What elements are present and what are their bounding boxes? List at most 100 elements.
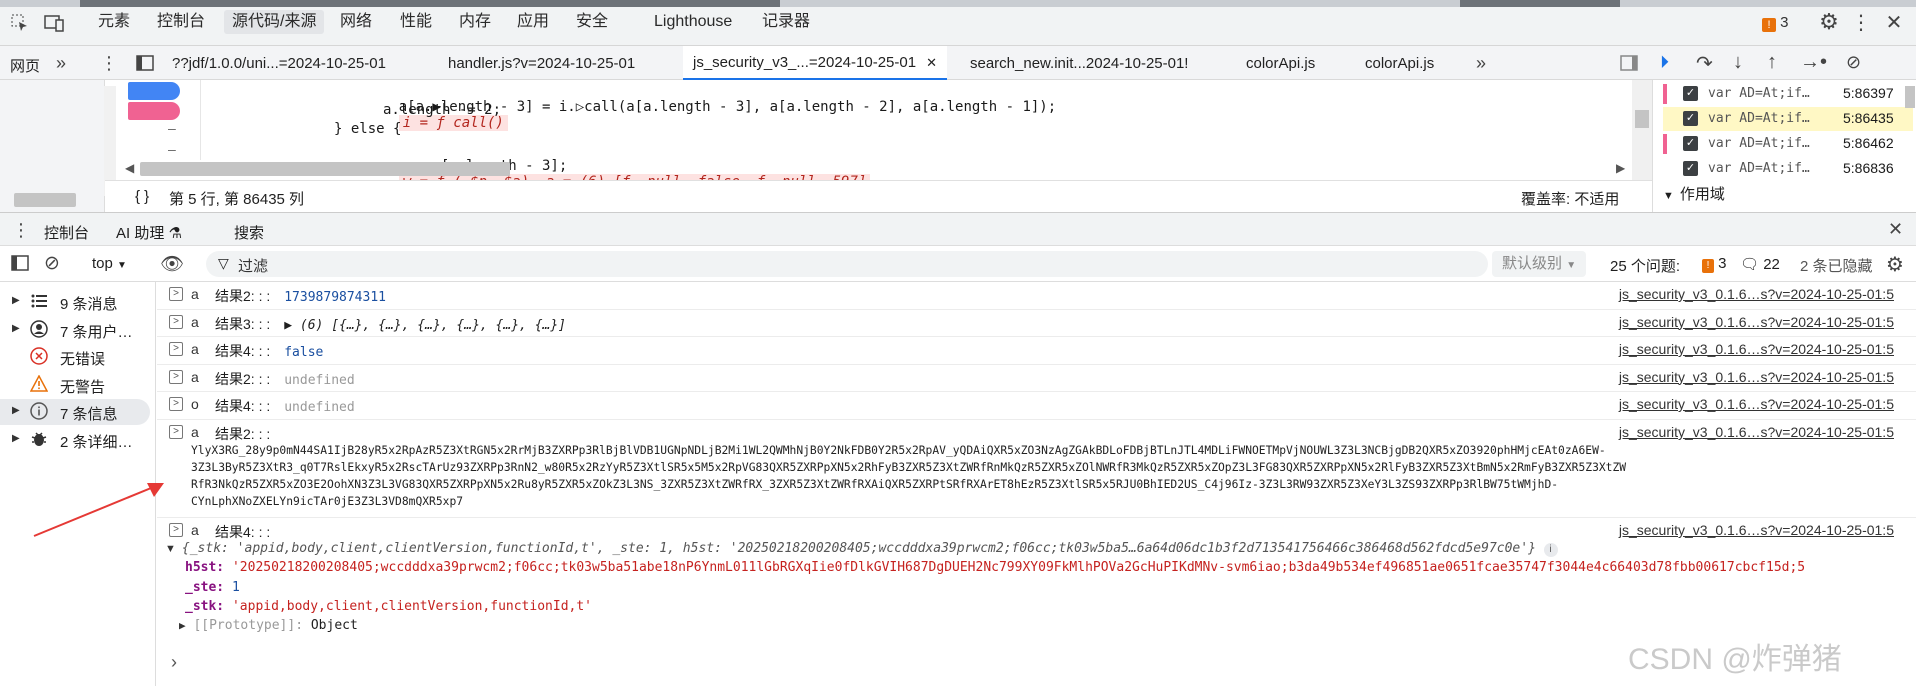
message-source-link[interactable]: js_security_v3_0.1.6…s?v=2024-10-25-01:5 bbox=[1619, 424, 1894, 440]
step-into-icon[interactable]: ↓ bbox=[1733, 51, 1743, 74]
message-expand-icon[interactable]: > bbox=[169, 397, 183, 411]
tab-network[interactable]: 网络 bbox=[340, 12, 372, 36]
file-tab-js-security[interactable]: js_security_v3_...=2024-10-25-01 ✕ bbox=[683, 46, 947, 80]
hidden-count[interactable]: 2 条已隐藏 bbox=[1800, 255, 1873, 276]
breakpoint-location[interactable]: 5:86836 bbox=[1843, 160, 1894, 176]
collapse-object-icon[interactable]: ▼ bbox=[165, 543, 176, 555]
file-tab-colorapi-2[interactable]: colorApi.js bbox=[1365, 55, 1434, 72]
pretty-print-icon[interactable]: { } bbox=[135, 188, 149, 205]
drawer-tab-ai[interactable]: AI 助理 ⚗ bbox=[116, 222, 182, 243]
issues-label[interactable]: 25 个问题: bbox=[1610, 255, 1680, 276]
context-select[interactable]: top ▼ bbox=[92, 255, 127, 272]
tab-memory[interactable]: 内存 bbox=[459, 12, 491, 36]
message-source-link[interactable]: js_security_v3_0.1.6…s?v=2024-10-25-01:5 bbox=[1619, 341, 1894, 357]
message-source-link[interactable]: js_security_v3_0.1.6…s?v=2024-10-25-01:5 bbox=[1619, 286, 1894, 302]
expand-arrow-icon[interactable]: ▶ bbox=[12, 323, 20, 334]
sidebar-item-warning[interactable]: 无警告 bbox=[0, 372, 150, 398]
breakpoint-location[interactable]: 5:86435 bbox=[1843, 110, 1894, 126]
breakpoint-checkbox[interactable]: ✓ bbox=[1683, 111, 1698, 126]
tab-application[interactable]: 应用 bbox=[517, 12, 549, 36]
more-options-icon[interactable]: ⋮ bbox=[1851, 11, 1871, 34]
expand-prototype-icon[interactable]: ▶ bbox=[179, 619, 186, 632]
sidebar-item-user[interactable]: ▶ 7 条用户… bbox=[0, 317, 150, 343]
inspect-element-icon[interactable] bbox=[10, 13, 30, 33]
tab-recorder[interactable]: 记录器 bbox=[762, 12, 810, 36]
file-tab-search-new[interactable]: search_new.init...2024-10-25-01! bbox=[970, 55, 1188, 72]
console-settings-gear-icon[interactable]: ⚙ bbox=[1886, 252, 1904, 277]
message-source-link[interactable]: js_security_v3_0.1.6…s?v=2024-10-25-01:5 bbox=[1619, 396, 1894, 412]
close-tab-icon[interactable]: ✕ bbox=[926, 55, 937, 70]
resume-execution-icon[interactable]: ⏵ bbox=[1660, 52, 1669, 73]
sidebar-item-list[interactable]: ▶ 9 条消息 bbox=[0, 289, 150, 315]
breakpoint-item[interactable]: ✓ var AD=At;if… 5:86836 bbox=[1663, 157, 1913, 181]
tab-sources[interactable]: 源代码/来源 bbox=[224, 10, 325, 34]
close-devtools-icon[interactable]: ✕ bbox=[1884, 11, 1904, 34]
page-navigator-tab[interactable]: 网页 bbox=[10, 55, 40, 76]
tab-console[interactable]: 控制台 bbox=[157, 12, 205, 36]
more-options-icon[interactable]: ⋮ bbox=[100, 53, 118, 74]
close-drawer-icon[interactable]: ✕ bbox=[1888, 219, 1903, 240]
scroll-left-icon[interactable]: ◀ bbox=[125, 161, 134, 175]
breakpoint-item[interactable]: ✓ var AD=At;if… 5:86435 bbox=[1663, 107, 1913, 131]
expand-arrow-icon[interactable]: ▶ bbox=[12, 405, 20, 416]
tab-elements[interactable]: 元素 bbox=[98, 12, 130, 36]
breakpoint-checkbox[interactable]: ✓ bbox=[1683, 136, 1698, 151]
sidebar-item-bug[interactable]: ▶ 2 条详细… bbox=[0, 427, 150, 453]
editor-hscrollbar[interactable] bbox=[140, 162, 510, 176]
file-tab-jdf-uni[interactable]: ??jdf/1.0.0/uni...=2024-10-25-01 bbox=[172, 55, 386, 72]
issues-badge[interactable]: ! 3 bbox=[1762, 14, 1789, 32]
breakpoint-marker-blue[interactable] bbox=[128, 82, 180, 100]
expand-arrow-icon[interactable]: ▶ bbox=[12, 433, 20, 444]
message-expand-icon[interactable]: > bbox=[169, 523, 183, 537]
message-expand-icon[interactable]: > bbox=[169, 342, 183, 356]
tab-performance[interactable]: 性能 bbox=[400, 12, 432, 36]
tab-security[interactable]: 安全 bbox=[576, 12, 608, 36]
expand-arrow-icon[interactable]: ▶ bbox=[12, 295, 20, 306]
message-source-link[interactable]: js_security_v3_0.1.6…s?v=2024-10-25-01:5 bbox=[1619, 522, 1894, 538]
filter-input[interactable]: ▽ 过滤 bbox=[206, 251, 1488, 277]
message-expand-icon[interactable]: > bbox=[169, 314, 183, 329]
toggle-navigator-icon[interactable] bbox=[136, 55, 154, 71]
toggle-sidebar-icon[interactable] bbox=[11, 255, 29, 271]
breakpoint-location[interactable]: 5:86462 bbox=[1843, 135, 1894, 151]
scope-section-header[interactable]: ▼ 作用域 bbox=[1663, 183, 1725, 204]
message-value[interactable]: ▶ (6) [{…}, {…}, {…}, {…}, {…}, {…}] bbox=[284, 318, 566, 333]
step-over-icon[interactable]: ↷ bbox=[1696, 51, 1713, 76]
clear-console-icon[interactable]: ⊘ bbox=[44, 252, 60, 275]
device-toolbar-icon[interactable] bbox=[44, 13, 64, 33]
breakpoint-checkbox[interactable]: ✓ bbox=[1683, 86, 1698, 101]
breakpoint-checkbox[interactable]: ✓ bbox=[1683, 161, 1698, 176]
scroll-right-icon[interactable]: ▶ bbox=[1616, 161, 1625, 175]
breakpoint-item[interactable]: ✓ var AD=At;if… 5:86397 bbox=[1663, 82, 1913, 106]
message-source-link[interactable]: js_security_v3_0.1.6…s?v=2024-10-25-01:5 bbox=[1619, 314, 1894, 330]
drawer-menu-icon[interactable]: ⋮ bbox=[12, 220, 30, 241]
issues-info[interactable]: 🗨 22 bbox=[1740, 255, 1780, 273]
sidebar-item-info[interactable]: ▶ 7 条信息 bbox=[0, 399, 150, 425]
step-out-icon[interactable]: ↑ bbox=[1767, 51, 1777, 74]
file-tab-handler[interactable]: handler.js?v=2024-10-25-01 bbox=[448, 55, 635, 72]
navigator-hscroll[interactable] bbox=[14, 193, 76, 207]
deactivate-breakpoints-icon[interactable]: ⊘ bbox=[1846, 52, 1861, 73]
live-expression-eye-icon[interactable]: 👁 bbox=[160, 252, 184, 276]
info-badge-icon[interactable]: i bbox=[1543, 543, 1558, 557]
message-source-link[interactable]: js_security_v3_0.1.6…s?v=2024-10-25-01:5 bbox=[1619, 369, 1894, 385]
file-tab-colorapi-1[interactable]: colorApi.js bbox=[1246, 55, 1315, 72]
message-expand-icon[interactable]: > bbox=[169, 425, 183, 439]
more-files-chevron-icon[interactable]: » bbox=[1476, 53, 1486, 74]
message-expand-icon[interactable]: > bbox=[169, 369, 183, 384]
tab-lighthouse[interactable]: Lighthouse bbox=[654, 12, 732, 36]
drawer-tab-search[interactable]: 搜索 bbox=[234, 222, 264, 243]
settings-gear-icon[interactable]: ⚙ bbox=[1818, 9, 1840, 34]
sidebar-item-error[interactable]: 无错误 bbox=[0, 344, 150, 370]
step-icon[interactable]: →• bbox=[1800, 51, 1827, 74]
sidebar-scrollbar[interactable] bbox=[1905, 86, 1915, 108]
prototype-row[interactable]: ▶ [[Prototype]]: Object bbox=[179, 618, 358, 633]
toggle-debugger-sidebar-icon[interactable] bbox=[1620, 55, 1638, 71]
object-summary[interactable]: ▼ {_stk: 'appid,body,client,clientVersion… bbox=[165, 540, 1558, 557]
more-tabs-chevron-icon[interactable]: » bbox=[56, 53, 66, 74]
breakpoint-item[interactable]: ✓ var AD=At;if… 5:86462 bbox=[1663, 132, 1913, 156]
breakpoint-location[interactable]: 5:86397 bbox=[1843, 85, 1894, 101]
breakpoint-marker-pink[interactable] bbox=[128, 102, 180, 120]
message-expand-icon[interactable]: > bbox=[169, 287, 183, 301]
log-level-select[interactable]: 默认级别 ▼ bbox=[1492, 251, 1587, 277]
